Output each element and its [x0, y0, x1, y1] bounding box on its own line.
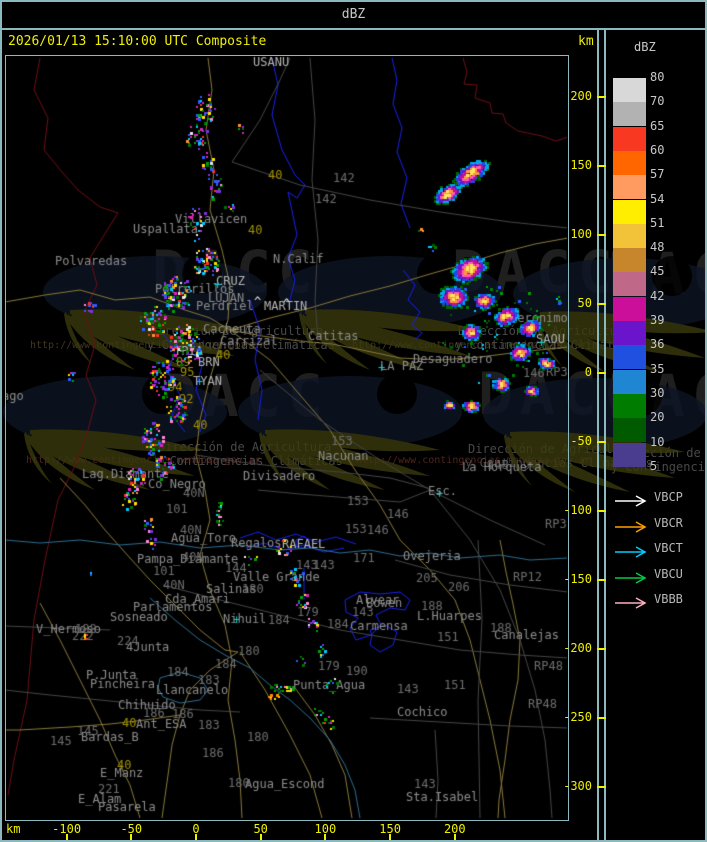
window-title: dBZ: [341, 7, 366, 22]
scale-label: 36: [650, 337, 665, 352]
timestamp-label: 2026/01/13 15:10:00 UTC Composite: [8, 34, 267, 49]
y-axis-tick: [597, 372, 606, 374]
scale-label: 51: [650, 215, 665, 230]
scale-label: 35: [650, 361, 665, 376]
vbcu-arrow-icon: [615, 571, 647, 584]
legend-arrow-vbcr: [614, 518, 650, 537]
y-axis-tick: [597, 786, 606, 788]
y-axis-tick-label: -200: [563, 641, 592, 655]
legend-arrow-label: VBCU: [654, 566, 683, 581]
y-axis-tick-label: -50: [570, 434, 592, 448]
scale-swatch: [613, 345, 646, 370]
legend-arrow-vbct: [614, 543, 650, 562]
scale-label: 70: [650, 94, 665, 109]
y-axis-tick-label: -100: [563, 503, 592, 517]
y-axis-tick-label: 100: [570, 227, 592, 241]
y-axis-tick-label: 200: [570, 89, 592, 103]
scale-label: 5: [650, 458, 658, 473]
legend-arrow-vbbb: [614, 594, 650, 613]
scale-label: 65: [650, 118, 665, 133]
y-axis-tick: [597, 510, 606, 512]
scale-swatch: [613, 442, 646, 467]
vbcp-arrow-icon: [615, 495, 647, 507]
scale-swatch: [613, 248, 646, 273]
y-axis-tick-label: -300: [563, 779, 592, 793]
legend-arrow-vbcu: [614, 569, 650, 588]
scale-swatch: [613, 223, 646, 248]
scale-swatch: [613, 78, 646, 102]
y-axis-unit-label: km: [578, 34, 594, 49]
scale-swatch: [613, 296, 646, 321]
x-axis-tick: [453, 834, 456, 840]
scale-label: 48: [650, 240, 665, 255]
y-axis-tick: [597, 234, 606, 236]
y-axis-tick: [597, 579, 606, 581]
titlebar-separator: [2, 28, 705, 30]
y-axis-tick: [597, 441, 606, 443]
scale-label: 30: [650, 385, 665, 400]
scale-swatch: [613, 102, 646, 127]
x-axis-tick: [130, 834, 133, 840]
x-axis-tick: [259, 834, 262, 840]
scale-swatch: [613, 369, 646, 394]
x-axis-tick: [195, 834, 197, 840]
y-axis-tick: [597, 165, 606, 167]
x-axis-tick: [324, 834, 327, 840]
y-axis-tick: [597, 303, 606, 305]
vbct-arrow-icon: [615, 546, 647, 558]
y-axis-tick-label: 50: [577, 296, 592, 310]
scale-swatch: [613, 418, 646, 443]
legend-arrow-vbcp: [614, 492, 650, 511]
scale-label: 60: [650, 142, 665, 157]
legend-arrow-label: VBCR: [654, 515, 683, 530]
scale-label: 42: [650, 288, 665, 303]
map-frame: [5, 55, 569, 821]
y-axis-tick: [597, 96, 606, 98]
legend-arrow-label: VBCP: [654, 490, 683, 504]
vbcr-arrow-icon: [615, 520, 647, 533]
scale-label: 80: [650, 70, 665, 84]
scale-swatch: [613, 393, 646, 418]
scale-swatch: [613, 199, 646, 224]
y-axis-tick: [597, 648, 606, 650]
x-axis-tick: [389, 834, 392, 840]
legend-title: dBZ: [634, 40, 656, 54]
y-axis-tick: [597, 717, 606, 719]
scale-swatch: [613, 272, 646, 297]
y-axis-tick-label: -150: [563, 572, 592, 586]
scale-label: 45: [650, 264, 665, 279]
scale-label: 57: [650, 167, 665, 182]
vbbb-arrow-icon: [615, 597, 647, 609]
x-axis-unit-label: km: [6, 822, 21, 836]
y-axis-tick-label: 0: [584, 365, 592, 379]
scale-label: 20: [650, 410, 665, 425]
y-axis-tick-label: -250: [563, 710, 592, 724]
scale-swatch: [613, 126, 646, 151]
scale-swatch: [613, 321, 646, 345]
scale-label: 39: [650, 313, 665, 327]
scale-label: 54: [650, 191, 665, 206]
scale-swatch: [613, 175, 646, 200]
y-axis-tick-label: 150: [570, 158, 592, 172]
scale-swatch: [613, 150, 646, 175]
scale-label: 10: [650, 434, 665, 449]
x-axis-tick: [65, 834, 68, 840]
legend-arrow-label: VBCT: [654, 541, 683, 555]
legend-arrow-label: VBBB: [654, 592, 683, 606]
